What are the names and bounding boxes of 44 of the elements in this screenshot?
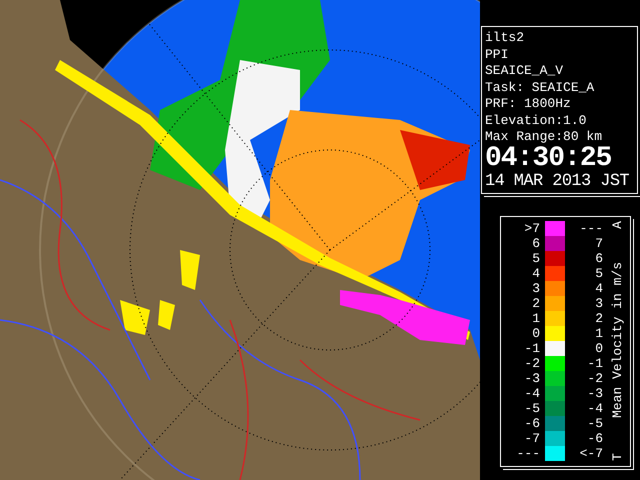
scale-label: -5 — [586, 416, 604, 430]
scale-label: --- — [578, 220, 604, 236]
scale-label: -1 — [523, 340, 541, 356]
scale-label: 2 — [594, 310, 604, 326]
scale-label: 4 — [531, 266, 541, 280]
scale-label: -7 — [523, 430, 541, 446]
scale-label: -4 — [523, 386, 541, 400]
legend-mark: A — [610, 220, 624, 228]
info-text: Max Range:80 km — [485, 129, 604, 146]
scale-label: -2 — [586, 370, 604, 386]
scale-label: >7 — [523, 220, 541, 236]
scale-label: 1 — [531, 310, 541, 326]
scale-label: 1 — [594, 326, 604, 340]
scale-label: -3 — [523, 370, 541, 386]
scale-label: -4 — [586, 400, 604, 416]
info-text: ilts2 — [485, 30, 526, 46]
scale-label: -3 — [586, 386, 604, 400]
scale-label: 2 — [531, 296, 541, 310]
scale-label: 5 — [594, 266, 604, 280]
scale-label: 3 — [531, 280, 541, 296]
scale-label: 3 — [594, 296, 604, 310]
scale-label: <-7 — [578, 446, 604, 460]
scale-label: 0 — [531, 326, 541, 340]
legend-mark: T — [610, 452, 624, 460]
scale-label: 4 — [594, 280, 604, 296]
info-text: SEAICE_A_V — [485, 63, 564, 80]
info-text: Elevation:1.0 — [485, 112, 588, 129]
time-text: 04:30:25 — [485, 146, 612, 172]
scale-label: 5 — [531, 250, 541, 266]
legend-title: Mean Velocity in m/s — [610, 262, 624, 419]
scale-label: -2 — [523, 356, 541, 370]
info-text: Task: SEAICE_A — [485, 80, 596, 96]
info-text: PPI — [485, 46, 510, 63]
scale-label: 6 — [531, 236, 541, 250]
scale-label: -5 — [523, 400, 541, 416]
date-text: 14 MAR 2013 JST — [485, 172, 630, 192]
scale-label: -6 — [586, 430, 604, 446]
scale-label: 0 — [594, 340, 604, 356]
scale-label: 6 — [594, 250, 604, 266]
scale-label: -6 — [523, 416, 541, 430]
scale-label: --- — [516, 446, 541, 460]
scale-label: -1 — [586, 356, 604, 370]
info-text: PRF: 1800Hz — [485, 96, 572, 112]
scale-label: 7 — [594, 236, 604, 250]
